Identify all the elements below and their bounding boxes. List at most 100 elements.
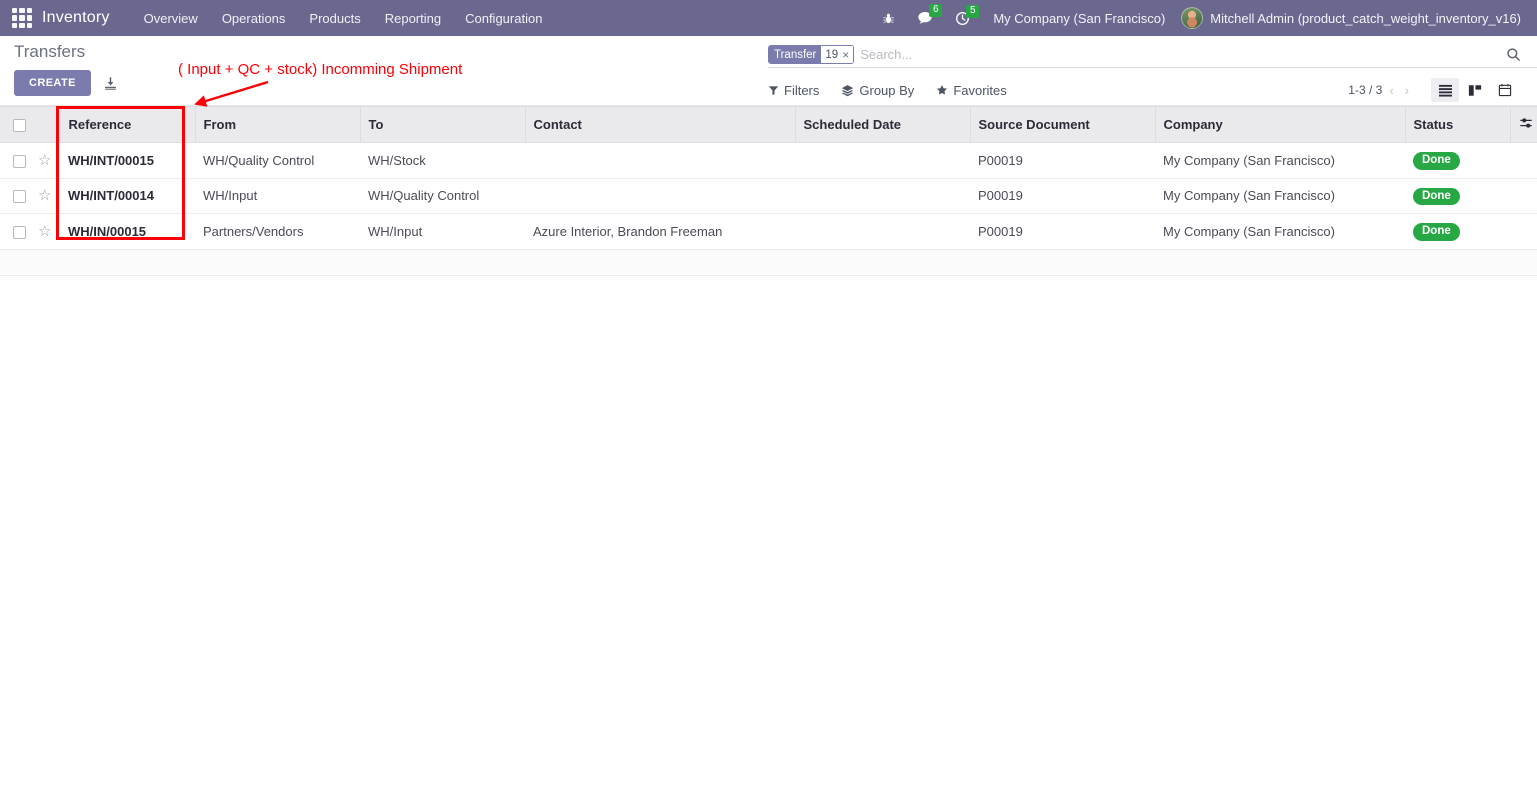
row-checkbox[interactable] xyxy=(12,190,26,204)
cell-from: Partners/Vendors xyxy=(195,213,360,250)
kanban-view-icon[interactable] xyxy=(1461,78,1489,102)
status-badge: Done xyxy=(1413,223,1460,241)
cell-spacer xyxy=(1510,178,1537,215)
user-menu[interactable]: Mitchell Admin (product_catch_weight_inv… xyxy=(1177,7,1527,29)
favorites-dropdown[interactable]: Favorites xyxy=(936,82,1007,98)
table-body: ☆ WH/INT/00015 WH/Quality Control WH/Sto… xyxy=(0,142,1537,276)
cell-status: Done xyxy=(1405,213,1510,250)
facet-value: 19 × xyxy=(821,46,854,63)
messages-icon[interactable]: 6 xyxy=(906,4,944,26)
calendar-view-icon[interactable] xyxy=(1491,78,1519,102)
menu-products[interactable]: Products xyxy=(297,3,372,34)
app-brand-inventory[interactable]: Inventory xyxy=(42,9,110,27)
cell-reference: WH/IN/00015 xyxy=(60,213,195,250)
column-header-company[interactable]: Company xyxy=(1154,106,1405,143)
filters-row: Filters Group By Favorites 1-3 / 3 ‹ › xyxy=(768,78,1537,102)
cell-to: WH/Quality Control xyxy=(360,178,525,215)
favorite-star-icon[interactable]: ☆ xyxy=(38,223,51,240)
menu-operations[interactable]: Operations xyxy=(210,3,298,34)
apps-grid-icon[interactable] xyxy=(12,8,32,28)
control-panel-right: 1-3 / 3 ‹ › xyxy=(1348,78,1519,102)
cell-from: WH/Input xyxy=(195,178,360,215)
transfers-table: Reference From To Contact Scheduled Date… xyxy=(0,106,1537,276)
table-row[interactable]: ☆ WH/INT/00015 WH/Quality Control WH/Sto… xyxy=(0,142,1537,179)
funnel-icon xyxy=(768,85,779,95)
row-select-cell xyxy=(0,178,38,215)
column-header-scheduled-date[interactable]: Scheduled Date xyxy=(794,106,970,143)
row-checkbox[interactable] xyxy=(12,226,26,240)
menu-overview[interactable]: Overview xyxy=(132,3,210,34)
pager-next-icon[interactable]: › xyxy=(1401,83,1413,98)
favorite-star-icon[interactable]: ☆ xyxy=(38,187,51,204)
bug-icon[interactable] xyxy=(871,12,906,25)
control-panel: Transfers CREATE Transfer 19 × Search...… xyxy=(0,36,1537,106)
cell-status: Done xyxy=(1405,178,1510,215)
row-star-cell: ☆ xyxy=(38,142,60,179)
table-footer-row xyxy=(0,249,1537,276)
create-button[interactable]: CREATE xyxy=(14,70,91,96)
filters-label: Filters xyxy=(784,82,820,98)
row-select-cell xyxy=(0,213,38,250)
activities-icon[interactable]: 5 xyxy=(944,4,981,26)
search-facet-transfer[interactable]: Transfer 19 × xyxy=(768,45,855,64)
select-all-checkbox[interactable] xyxy=(12,119,26,133)
cell-company: My Company (San Francisco) xyxy=(1155,142,1405,179)
cell-status: Done xyxy=(1405,142,1510,179)
menu-configuration[interactable]: Configuration xyxy=(453,3,554,34)
cell-company: My Company (San Francisco) xyxy=(1155,213,1405,250)
row-checkbox[interactable] xyxy=(12,154,26,168)
menu-reporting[interactable]: Reporting xyxy=(373,3,453,34)
select-all-header xyxy=(0,106,38,143)
messages-badge: 6 xyxy=(929,4,943,17)
star-header xyxy=(38,106,60,143)
status-badge: Done xyxy=(1413,187,1460,206)
table-footer-cell xyxy=(0,249,1537,276)
optional-columns-toggle[interactable] xyxy=(1509,106,1537,143)
favorite-star-icon[interactable]: ☆ xyxy=(38,152,51,169)
cell-to: WH/Input xyxy=(360,213,525,250)
view-switcher xyxy=(1431,78,1519,102)
cell-company: My Company (San Francisco) xyxy=(1155,178,1405,215)
column-header-from[interactable]: From xyxy=(194,106,360,143)
column-header-to[interactable]: To xyxy=(359,106,525,143)
list-view-icon[interactable] xyxy=(1431,78,1459,102)
pager-range[interactable]: 1-3 / 3 xyxy=(1348,83,1382,97)
table-row[interactable]: ☆ WH/IN/00015 Partners/Vendors WH/Input … xyxy=(0,213,1537,250)
cell-reference: WH/INT/00014 xyxy=(60,178,195,215)
column-header-contact[interactable]: Contact xyxy=(524,106,795,143)
search-input[interactable] xyxy=(858,47,1500,62)
import-download-icon[interactable] xyxy=(103,76,118,91)
table-header-row: Reference From To Contact Scheduled Date… xyxy=(0,106,1537,143)
company-switcher[interactable]: My Company (San Francisco) xyxy=(981,11,1177,26)
search-icon[interactable] xyxy=(1500,47,1533,62)
cell-source-document: P00019 xyxy=(970,142,1155,179)
cell-spacer xyxy=(1510,142,1537,179)
control-panel-actions: CREATE xyxy=(14,70,118,96)
star-icon xyxy=(937,84,948,95)
cell-from: WH/Quality Control xyxy=(195,142,360,179)
table-row[interactable]: ☆ WH/INT/00014 WH/Input WH/Quality Contr… xyxy=(0,178,1537,215)
breadcrumb: Transfers xyxy=(14,42,86,61)
layers-icon xyxy=(842,84,854,96)
user-name: Mitchell Admin (product_catch_weight_inv… xyxy=(1210,10,1521,26)
cell-reference: WH/INT/00015 xyxy=(60,142,195,179)
favorites-label: Favorites xyxy=(953,82,1007,98)
facet-remove-icon[interactable]: × xyxy=(842,49,849,61)
cell-scheduled-date xyxy=(795,142,970,179)
group-by-dropdown[interactable]: Group By xyxy=(841,83,914,98)
pager: 1-3 / 3 ‹ › xyxy=(1348,83,1413,98)
navbar-systray: 6 5 My Company (San Francisco) Mitchell … xyxy=(871,4,1527,29)
pager-previous-icon[interactable]: ‹ xyxy=(1385,83,1397,98)
control-panel-left: Transfers CREATE xyxy=(14,36,118,96)
column-header-source-document[interactable]: Source Document xyxy=(969,106,1155,143)
cell-contact xyxy=(525,178,795,215)
column-header-reference[interactable]: Reference xyxy=(59,106,195,143)
cell-scheduled-date xyxy=(795,213,970,250)
column-header-status[interactable]: Status xyxy=(1404,106,1510,143)
filters-dropdown[interactable]: Filters xyxy=(768,83,819,98)
transfers-list: Reference From To Contact Scheduled Date… xyxy=(0,106,1537,276)
cell-scheduled-date xyxy=(795,178,970,215)
search-area: Transfer 19 × Filters xyxy=(768,42,1537,102)
table-header: Reference From To Contact Scheduled Date… xyxy=(0,106,1537,143)
activities-badge: 5 xyxy=(966,4,980,18)
